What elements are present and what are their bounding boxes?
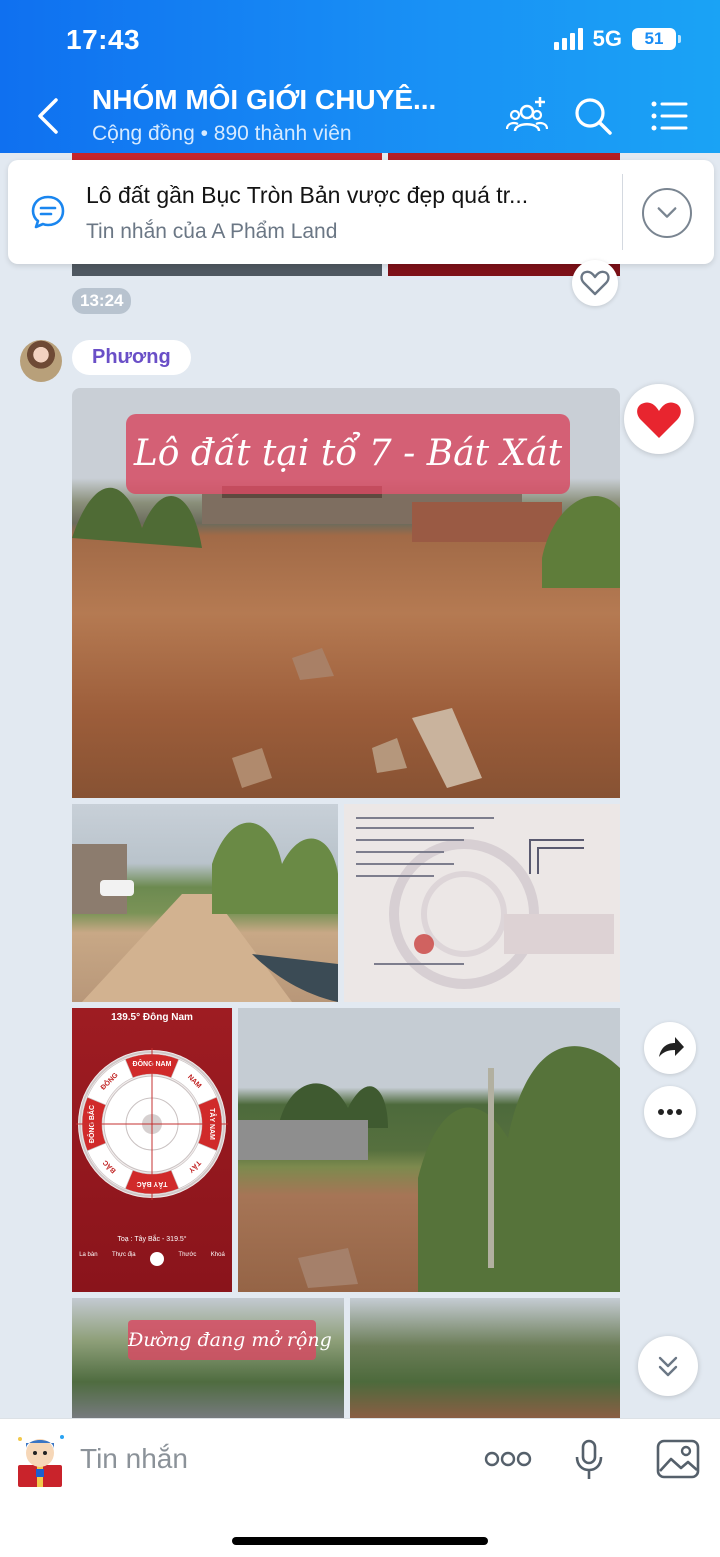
photo-land-field[interactable] [350, 1298, 620, 1418]
group-title[interactable]: NHÓM MÔI GIỚI CHUYÊ... [92, 84, 436, 116]
rocks [232, 648, 482, 788]
status-indicators: 5G 51 [553, 26, 681, 52]
message-time: 13:24 [72, 288, 132, 314]
message-input[interactable]: Tin nhắn [80, 1443, 188, 1475]
compass-tab: La bàn [79, 1252, 98, 1258]
compass-footer: Toạ : Tây Bắc - 319.5° [117, 1236, 187, 1243]
heart-icon[interactable] [624, 384, 694, 454]
search-icon[interactable] [572, 95, 614, 137]
divider [622, 174, 623, 250]
photo-street[interactable]: Đường đang mở rộng [72, 1298, 344, 1418]
compass-heading: 139.5° Đông Nam [111, 1012, 193, 1023]
chevron-down-icon[interactable] [642, 188, 692, 238]
status-time: 17:43 [66, 24, 141, 55]
compass-tab: Thực địa [111, 1252, 136, 1258]
share-icon[interactable] [644, 1022, 696, 1074]
compass-tab: Khoá [210, 1252, 225, 1258]
avatar[interactable] [20, 340, 62, 382]
compass-tab: Thước [178, 1252, 197, 1258]
more-icon[interactable] [644, 1086, 696, 1138]
photo-compass-app[interactable]: 139.5° Đông Nam ĐÔNG NAM NAM TÂY NAM TÂY TÂY… [72, 1008, 232, 1292]
compass-icon: ĐÔNG NAMNAMTÂY NAMTÂYTÂY BẮCBẮCĐÔNG BẮCĐ… [76, 1048, 228, 1200]
previous-photo[interactable] [72, 264, 382, 276]
pinned-subtitle: Tin nhắn của A Phẩm Land [86, 220, 338, 243]
sticker-icon[interactable] [12, 1429, 70, 1489]
sender-name[interactable]: Phương [72, 340, 191, 375]
battery-icon: 51 [632, 28, 681, 50]
pinned-message[interactable]: Lô đất gần Bục Tròn Bản vược đẹp quá tr.… [8, 160, 714, 264]
back-arrow-icon[interactable] [30, 96, 66, 136]
header-bar: 17:43 5G 51 NHÓM MÔI GIỚI CHUYÊ... Cộng … [0, 0, 720, 153]
compass-toolbar: La bàn Thực địa Thước Khoá [72, 1252, 232, 1266]
add-member-icon[interactable] [506, 95, 548, 137]
home-indicator [232, 1537, 488, 1545]
photo-land-certificate[interactable] [344, 804, 620, 1002]
menu-icon[interactable] [648, 95, 690, 137]
photo-caption: Đường đang mở rộng [128, 1320, 332, 1360]
road-scene [72, 822, 338, 1002]
photo-road[interactable] [72, 804, 338, 1002]
message-composer: Tin nhắn [0, 1418, 720, 1557]
network-type: 5G [592, 26, 622, 51]
microphone-icon[interactable] [574, 1439, 604, 1481]
photo-land-trees[interactable] [238, 1008, 620, 1292]
compass-tab-center [150, 1252, 165, 1266]
chat-bubble-icon [31, 195, 65, 229]
document-scan [356, 817, 614, 989]
photo-caption: Lô đất tại tổ 7 - Bát Xát [126, 414, 570, 494]
double-chevron-down-icon[interactable] [638, 1336, 698, 1396]
pinned-title: Lô đất gần Bục Tròn Bản vược đẹp quá tr.… [86, 182, 529, 208]
trees-scene [238, 1046, 620, 1292]
image-icon[interactable] [656, 1439, 700, 1479]
photo-land-main[interactable]: Lô đất tại tổ 7 - Bát Xát [72, 388, 620, 798]
signal-icon [553, 28, 583, 50]
more-options-icon[interactable] [484, 1447, 532, 1471]
group-subtitle: Cộng đồng • 890 thành viên [92, 122, 352, 145]
heart-icon[interactable] [572, 260, 618, 306]
